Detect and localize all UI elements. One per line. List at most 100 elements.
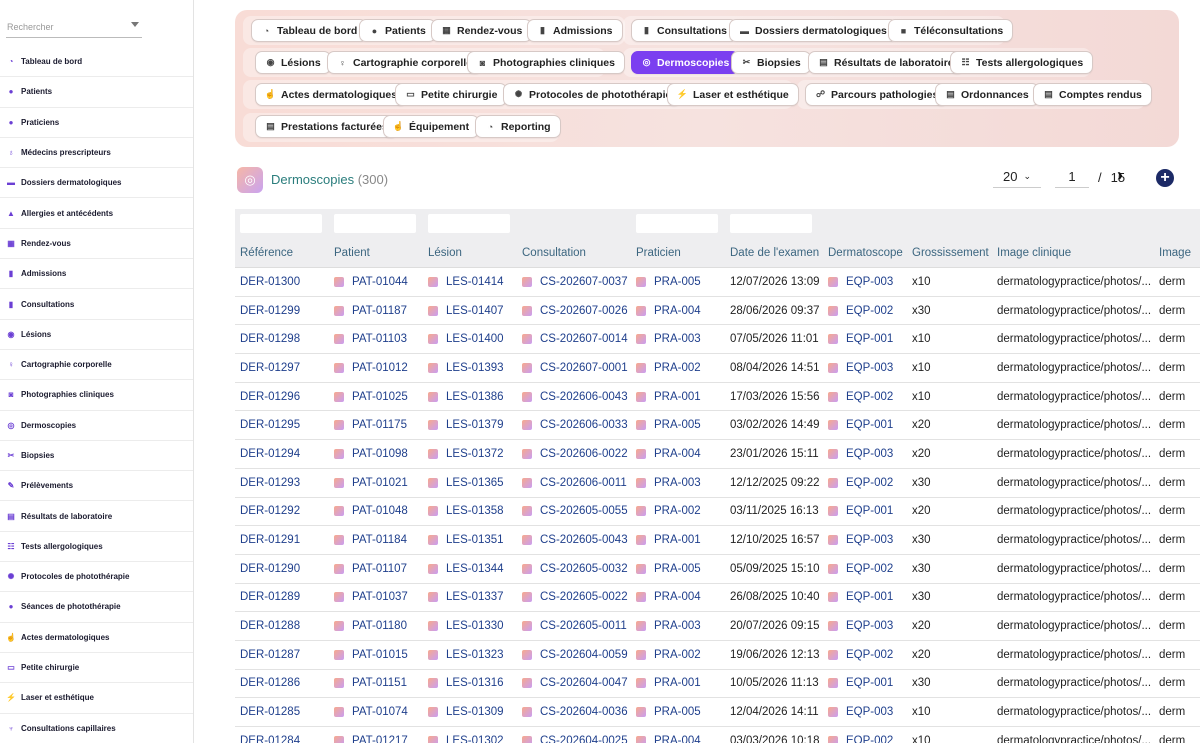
table-row[interactable]: DER-01285 PAT-01074 LES-01309 CS-202604-003…	[235, 698, 1200, 727]
table-cell[interactable]: PAT-01037	[334, 584, 424, 612]
sidebar-item[interactable]: ▮ Consultations	[0, 289, 193, 320]
table-row[interactable]: DER-01290 PAT-01107 LES-01344 CS-202605-003…	[235, 555, 1200, 584]
table-cell[interactable]: PAT-01074	[334, 698, 424, 726]
table-cell[interactable]: DER-01287	[240, 641, 330, 669]
column-header[interactable]: Date de l'examen	[730, 238, 826, 267]
table-cell[interactable]: PAT-01184	[334, 526, 424, 554]
table-cell[interactable]: CS-202604-0047	[522, 670, 632, 698]
table-cell[interactable]: CS-202606-0043	[522, 383, 632, 411]
table-cell[interactable]: EQP-003	[828, 268, 910, 296]
table-cell[interactable]: EQP-003	[828, 354, 910, 382]
sidebar-item[interactable]: ● Praticiens	[0, 108, 193, 138]
table-cell[interactable]: DER-01298	[240, 325, 330, 353]
sidebar-item[interactable]: ▲ Allergies et antécédents	[0, 198, 193, 229]
table-cell[interactable]: EQP-002	[828, 641, 910, 669]
table-cell[interactable]: DER-01289	[240, 584, 330, 612]
table-cell[interactable]: LES-01386	[428, 383, 518, 411]
table-cell[interactable]: LES-01351	[428, 526, 518, 554]
search-select[interactable]: Rechercher	[6, 14, 142, 38]
nav-button[interactable]: ◙ Photographies cliniques	[467, 51, 625, 74]
table-row[interactable]: DER-01288 PAT-01180 LES-01330 CS-202605-001…	[235, 612, 1200, 641]
table-row[interactable]: DER-01286 PAT-01151 LES-01316 CS-202604-004…	[235, 670, 1200, 699]
sidebar-item[interactable]: ⚡ Laser et esthétique	[0, 683, 193, 714]
table-cell[interactable]: LES-01400	[428, 325, 518, 353]
page-number-input[interactable]: 1	[1055, 166, 1089, 188]
table-cell[interactable]: PAT-01217	[334, 727, 424, 743]
table-cell[interactable]: LES-01393	[428, 354, 518, 382]
table-cell[interactable]: PRA-005	[636, 555, 726, 583]
table-cell[interactable]: CS-202606-0022	[522, 440, 632, 468]
column-filter-input[interactable]	[730, 214, 812, 233]
sidebar-item[interactable]: ▤ Résultats de laboratoire	[0, 501, 193, 532]
table-cell[interactable]: PRA-001	[636, 383, 726, 411]
table-cell[interactable]: PAT-01175	[334, 411, 424, 439]
nav-button[interactable]: ▮ Admissions	[527, 19, 623, 42]
table-cell[interactable]: PRA-005	[636, 411, 726, 439]
table-cell[interactable]: EQP-001	[828, 584, 910, 612]
table-cell[interactable]: EQP-003	[828, 526, 910, 554]
nav-button[interactable]: ▤ Prestations facturées	[255, 115, 398, 138]
sidebar-item[interactable]: ☷ Tests allergologiques	[0, 532, 193, 563]
table-cell[interactable]: PAT-01015	[334, 641, 424, 669]
sidebar-item[interactable]: ♆ Consultations capillaires	[0, 714, 193, 743]
nav-button[interactable]: ☝ Équipement	[383, 115, 480, 138]
table-cell[interactable]: CS-202605-0011	[522, 612, 632, 640]
column-header[interactable]: Grossissement	[912, 238, 996, 267]
nav-button[interactable]: ♀ Cartographie corporelle	[327, 51, 483, 74]
table-cell[interactable]: LES-01358	[428, 498, 518, 526]
next-page-icon[interactable]: ›	[1117, 165, 1123, 186]
table-cell[interactable]: EQP-001	[828, 325, 910, 353]
table-cell[interactable]: PRA-001	[636, 526, 726, 554]
table-cell[interactable]: CS-202605-0032	[522, 555, 632, 583]
table-cell[interactable]: PRA-002	[636, 498, 726, 526]
column-header[interactable]: Lésion	[428, 238, 518, 267]
column-filter-input[interactable]	[636, 214, 718, 233]
sidebar-item[interactable]: ☝ Actes dermatologiques	[0, 623, 193, 653]
nav-button[interactable]: ■ Téléconsultations	[888, 19, 1014, 42]
table-cell[interactable]: CS-202604-0025	[522, 727, 632, 743]
table-cell[interactable]: LES-01344	[428, 555, 518, 583]
sidebar-item[interactable]: ● Patients	[0, 77, 193, 108]
table-cell[interactable]: PRA-002	[636, 641, 726, 669]
table-cell[interactable]: LES-01379	[428, 411, 518, 439]
table-cell[interactable]: PAT-01048	[334, 498, 424, 526]
table-cell[interactable]: LES-01302	[428, 727, 518, 743]
table-cell[interactable]: LES-01372	[428, 440, 518, 468]
table-row[interactable]: DER-01296 PAT-01025 LES-01386 CS-202606-004…	[235, 383, 1200, 412]
sidebar-item[interactable]: ✂ Biopsies	[0, 441, 193, 472]
table-cell[interactable]: LES-01414	[428, 268, 518, 296]
nav-button[interactable]: ▭ Petite chirurgie	[395, 83, 508, 106]
table-row[interactable]: DER-01287 PAT-01015 LES-01323 CS-202604-005…	[235, 641, 1200, 670]
column-header[interactable]: Dermatoscope	[828, 238, 910, 267]
table-cell[interactable]: CS-202607-0001	[522, 354, 632, 382]
table-row[interactable]: DER-01294 PAT-01098 LES-01372 CS-202606-002…	[235, 440, 1200, 469]
table-cell[interactable]: PAT-01025	[334, 383, 424, 411]
table-cell[interactable]: PAT-01098	[334, 440, 424, 468]
nav-button[interactable]: ☝ Actes dermatologiques	[255, 83, 408, 106]
table-cell[interactable]: PRA-004	[636, 584, 726, 612]
table-cell[interactable]: PRA-005	[636, 698, 726, 726]
table-row[interactable]: DER-01299 PAT-01187 LES-01407 CS-202607-002…	[235, 297, 1200, 326]
nav-button[interactable]: ⚡ Laser et esthétique	[667, 83, 799, 106]
table-cell[interactable]: DER-01285	[240, 698, 330, 726]
table-cell[interactable]: CS-202605-0055	[522, 498, 632, 526]
table-cell[interactable]: PRA-003	[636, 612, 726, 640]
sidebar-item[interactable]: ◉ Lésions	[0, 320, 193, 350]
nav-button[interactable]: ▬ Dossiers dermatologiques	[729, 19, 897, 42]
table-cell[interactable]: LES-01365	[428, 469, 518, 497]
table-cell[interactable]: PAT-01103	[334, 325, 424, 353]
table-cell[interactable]: EQP-003	[828, 698, 910, 726]
add-record-button[interactable]: +	[1156, 169, 1174, 187]
table-cell[interactable]: CS-202607-0026	[522, 297, 632, 325]
table-cell[interactable]: CS-202606-0011	[522, 469, 632, 497]
sidebar-item[interactable]: ▦ Rendez-vous	[0, 229, 193, 260]
table-cell[interactable]: LES-01316	[428, 670, 518, 698]
table-cell[interactable]: DER-01291	[240, 526, 330, 554]
table-cell[interactable]: PAT-01021	[334, 469, 424, 497]
column-header[interactable]: Référence	[240, 238, 330, 267]
table-cell[interactable]: PAT-01187	[334, 297, 424, 325]
per-page-select[interactable]: 20 ⌄	[993, 166, 1041, 188]
table-cell[interactable]: DER-01295	[240, 411, 330, 439]
nav-button[interactable]: ▦ Rendez-vous	[431, 19, 533, 42]
table-cell[interactable]: PAT-01107	[334, 555, 424, 583]
